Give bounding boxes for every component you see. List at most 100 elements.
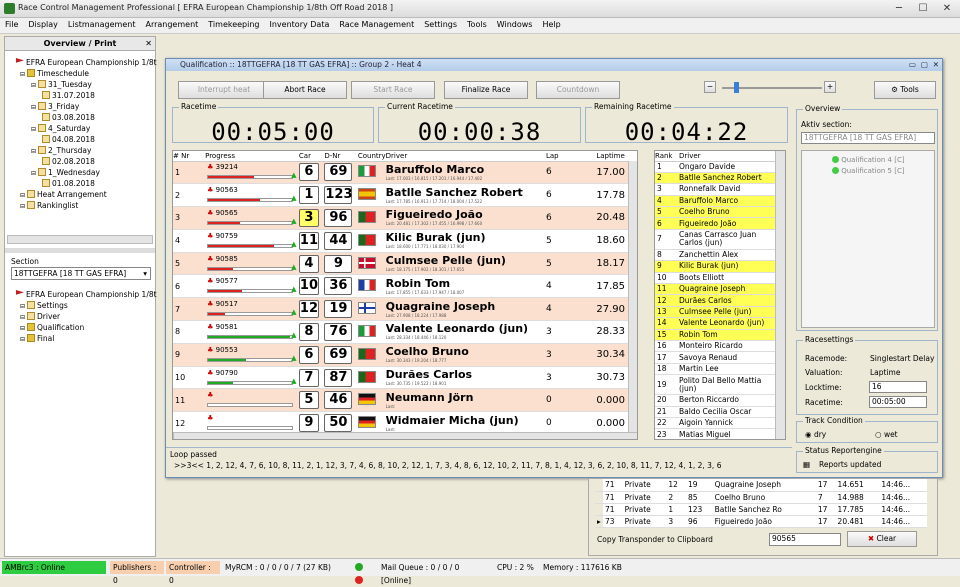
minimize-icon[interactable]: ▭ <box>909 59 916 71</box>
qualification-5-node[interactable]: Qualification 5 [C] <box>832 167 905 175</box>
rank-row[interactable]: 11 Quagraine Joseph <box>655 283 775 296</box>
tree-expander-icon[interactable]: ⊟ <box>31 124 38 135</box>
transponder-row[interactable]: ▸ 73 Private 3 96 Figueiredo João 17 20.481 14:4… <box>595 515 927 528</box>
tree-node[interactable]: EFRA European Championship 1/8t <box>9 289 157 300</box>
tree-node[interactable]: ⊟ Timeschedule <box>9 68 153 79</box>
tree-node[interactable]: 02.08.2018 <box>9 156 153 167</box>
tree-node[interactable]: ⊟ 3_Friday <box>9 101 153 112</box>
rank-row[interactable]: 21 Baldo Cecilia Oscar <box>655 406 775 418</box>
menu-item[interactable]: File <box>0 18 23 31</box>
finalize-race-button[interactable]: Finalize Race <box>444 81 528 99</box>
vertical-scrollbar[interactable] <box>775 151 785 439</box>
table-row[interactable]: 11 ♣ 5 46 Neumann Jörn Last: 0 0.000 <box>173 388 635 413</box>
splitter[interactable] <box>5 248 155 253</box>
table-row[interactable]: 7 ♣ 90517 ▲ 12 19 Quagraine Joseph Last: … <box>173 297 635 322</box>
tree-node[interactable]: ⊟ 1_Wednesday <box>9 167 153 178</box>
tree-node[interactable]: ⊟ Rankinglist <box>9 200 153 211</box>
racetime-input[interactable]: 00:05:00 <box>869 396 927 408</box>
tree-node[interactable]: ⊟ Final <box>9 333 153 344</box>
col-country[interactable]: Country <box>357 151 386 162</box>
menu-item[interactable]: Arrangement <box>140 18 203 31</box>
col-dnr[interactable]: D-Nr <box>324 151 358 162</box>
rank-row[interactable]: 9 Kilic Burak (jun) <box>655 260 775 273</box>
rank-row[interactable]: 5 Coelho Bruno <box>655 206 775 219</box>
close-icon[interactable]: ✕ <box>145 37 152 50</box>
tree-expander-icon[interactable]: ⊟ <box>31 168 38 179</box>
horizontal-scrollbar[interactable] <box>173 432 637 439</box>
start-race-button[interactable]: Start Race <box>351 81 435 99</box>
table-row[interactable]: 4 ♣ 90759 ▲ 11 44 Kilic Burak (jun) Last:… <box>173 229 635 253</box>
maximize-icon[interactable]: ▢ <box>921 59 928 71</box>
rank-row[interactable]: 3 Ronnefalk David <box>655 183 775 196</box>
interrupt-heat-button[interactable]: Interrupt heat <box>178 81 270 99</box>
table-row[interactable]: 2 ♣ 90563 ▲ 1 123 Batlle Sanchez Robert L… <box>173 183 635 208</box>
rank-row[interactable]: 7 Canas Carrasco Juan Carlos (jun) <box>655 229 775 250</box>
tree-node[interactable]: 03.08.2018 <box>9 112 153 123</box>
countdown-button[interactable]: Countdown <box>536 81 620 99</box>
tree-node[interactable]: ⊟ 31_Tuesday <box>9 79 153 90</box>
menu-item[interactable]: Inventory Data <box>265 18 335 31</box>
rank-row[interactable]: 1 Ongaro Davide <box>655 161 775 173</box>
col-nr[interactable]: # Nr <box>173 151 206 162</box>
table-row[interactable]: 1 ♣ 39214 ▲ 6 69 Baruffolo Marco Last: 17… <box>173 161 635 185</box>
tree-node[interactable]: EFRA European Championship 1/8t <box>9 57 157 68</box>
tree-node[interactable]: 04.08.2018 <box>9 134 153 145</box>
rank-row[interactable]: 12 Durães Carlos <box>655 294 775 307</box>
table-row[interactable]: 5 ♣ 90585 ▲ 4 9 Culmsee Pelle (jun) Last:… <box>173 252 635 276</box>
dry-radio[interactable]: ◉ dry <box>805 430 826 439</box>
maximize-button[interactable]: ☐ <box>912 2 934 16</box>
slider-thumb[interactable] <box>734 82 739 93</box>
tree-node[interactable]: ⊟ Driver <box>9 311 153 322</box>
tree-node[interactable]: ⊟ Heat Arrangement <box>9 189 153 200</box>
table-row[interactable]: 9 ♣ 90553 ▲ 6 69 Coelho Bruno Last: 30.34… <box>173 343 635 367</box>
rank-row[interactable]: 18 Martin Lee <box>655 363 775 376</box>
aktiv-section-select[interactable]: 18TTGEFRA [18 TT GAS EFRA] <box>801 132 935 144</box>
menu-item[interactable]: Settings <box>419 18 462 31</box>
col-car[interactable]: Car <box>298 151 325 162</box>
col-rank[interactable]: Rank <box>655 151 679 162</box>
abort-race-button[interactable]: Abort Race <box>263 81 347 99</box>
rank-row[interactable]: 23 Matias Miguel <box>655 428 775 439</box>
tree-node[interactable]: ⊟ Settings <box>9 300 153 311</box>
close-icon[interactable]: ✕ <box>933 59 939 71</box>
rank-row[interactable]: 14 Valente Leonardo (jun) <box>655 317 775 330</box>
minimize-button[interactable]: ─ <box>888 2 910 16</box>
close-button[interactable]: ✕ <box>936 2 958 16</box>
col-lap[interactable]: Lap <box>545 151 597 162</box>
tools-button[interactable]: ⚙ Tools <box>874 81 936 99</box>
table-row[interactable]: 3 ♣ 90565 ▲ 3 96 Figueiredo João Last: 20… <box>173 206 635 230</box>
rank-row[interactable]: 13 Culmsee Pelle (jun) <box>655 306 775 319</box>
zoom-in-button[interactable]: + <box>824 81 836 93</box>
menu-item[interactable]: Race Management <box>334 18 419 31</box>
tree-expander-icon[interactable]: ⊟ <box>31 102 38 113</box>
menu-item[interactable]: Tools <box>462 18 492 31</box>
col-progress[interactable]: Progress <box>205 151 299 162</box>
rank-row[interactable]: 15 Robin Tom <box>655 329 775 341</box>
rank-row[interactable]: 10 Boots Elliott <box>655 272 775 285</box>
tree-node[interactable]: 31.07.2018 <box>9 90 153 101</box>
wet-radio[interactable]: ○ wet <box>875 430 898 439</box>
tree-expander-icon[interactable]: ⊟ <box>20 201 27 212</box>
qualification-4-node[interactable]: Qualification 4 [C] <box>832 156 905 164</box>
tree-expander-icon[interactable]: ⊟ <box>20 69 27 80</box>
horizontal-scrollbar[interactable] <box>7 235 153 244</box>
tree-node[interactable]: ⊟ 2_Thursday <box>9 145 153 156</box>
clear-button[interactable]: ✖ Clear <box>847 531 917 547</box>
table-row[interactable]: 10 ♣ 90790 ▲ 7 87 Durães Carlos Last: 30.… <box>173 366 635 390</box>
col-driver[interactable]: Driver <box>385 151 546 162</box>
vertical-scrollbar[interactable] <box>628 161 637 432</box>
menu-item[interactable]: Display <box>23 18 63 31</box>
rank-row[interactable]: 22 Aigoin Yannick <box>655 417 775 430</box>
rank-row[interactable]: 2 Batlle Sanchez Robert <box>655 172 775 185</box>
menu-item[interactable]: Windows <box>492 18 538 31</box>
tree-expander-icon[interactable]: ⊟ <box>20 334 27 345</box>
tree-expander-icon[interactable]: ⊟ <box>31 146 38 157</box>
rank-row[interactable]: 8 Zanchettin Alex <box>655 249 775 262</box>
rank-row[interactable]: 17 Savoya Renaud <box>655 351 775 364</box>
tree-expander-icon[interactable]: ⊟ <box>31 80 38 91</box>
tree-node[interactable]: ⊟ Qualification <box>9 322 153 333</box>
table-row[interactable]: 6 ♣ 90577 ▲ 10 36 Robin Tom Last: 17.855 … <box>173 274 635 299</box>
menu-item[interactable]: Help <box>537 18 565 31</box>
rank-row[interactable]: 19 Polito Dal Bello Mattia (jun) <box>655 374 775 396</box>
menu-item[interactable]: Listmanagement <box>63 18 141 31</box>
